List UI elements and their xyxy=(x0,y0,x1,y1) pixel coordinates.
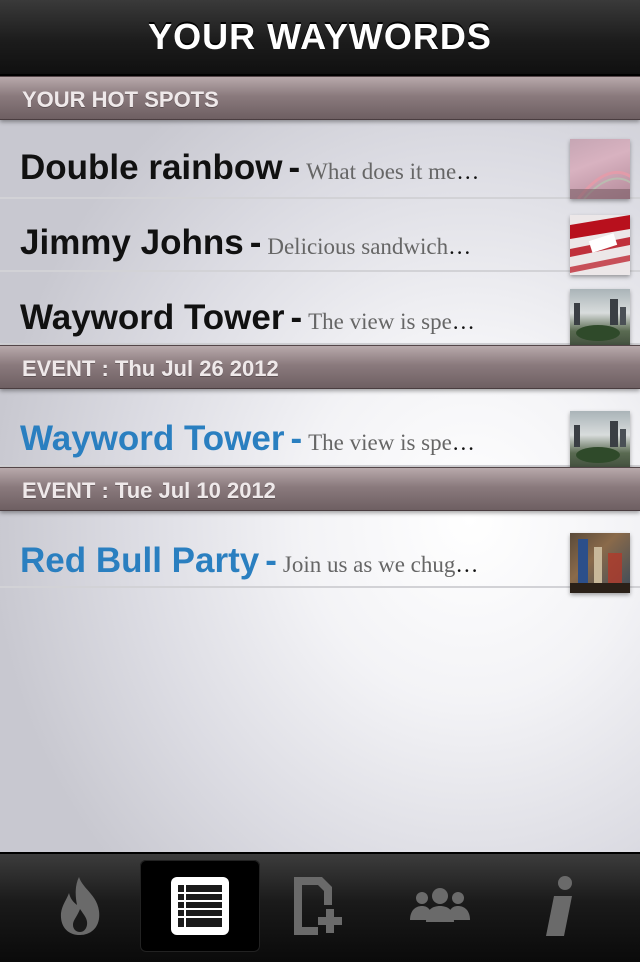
row-ellipsis: … xyxy=(448,234,472,259)
rainbow-arc-icon xyxy=(570,170,635,200)
party-photo[interactable] xyxy=(570,533,630,593)
row-title: Jimmy Johns - Delicious sandwich… xyxy=(20,223,471,263)
section-header-label: EVENT : Tue Jul 10 2012 xyxy=(22,478,276,503)
list-item[interactable]: Wayword Tower - The view is spe… xyxy=(0,272,640,349)
list-item[interactable]: Double rainbow - What does it me… xyxy=(0,122,640,200)
sandwich-wrapper-photo[interactable] xyxy=(570,215,630,275)
row-ellipsis: … xyxy=(451,309,475,334)
row-separator: - xyxy=(265,541,277,580)
tab-add[interactable] xyxy=(260,860,380,952)
row-description: Join us as we chug xyxy=(282,552,456,577)
row-description: The view is spe xyxy=(308,430,452,455)
section-header-label: YOUR HOT SPOTS xyxy=(22,87,219,112)
list-item[interactable]: Red Bull Party - Join us as we chug… xyxy=(0,513,640,593)
people-icon xyxy=(410,888,470,922)
section-header-hot-spots: YOUR HOT SPOTS xyxy=(0,76,640,120)
tab-bar xyxy=(0,852,640,962)
section-header-event: EVENT : Tue Jul 10 2012 xyxy=(0,467,640,511)
row-name: Jimmy Johns xyxy=(20,223,244,262)
info-icon xyxy=(546,876,572,936)
row-ellipsis: … xyxy=(455,552,479,577)
city-skyline-photo[interactable] xyxy=(570,289,630,349)
add-document-icon xyxy=(294,877,342,935)
list-item[interactable]: Wayword Tower - The view is spe… xyxy=(0,391,640,471)
section-header-event: EVENT : Thu Jul 26 2012 xyxy=(0,345,640,389)
section-header-label: EVENT : Thu Jul 26 2012 xyxy=(22,356,279,381)
row-name: Double rainbow xyxy=(20,148,283,187)
skyline-icon xyxy=(574,299,626,341)
row-separator: - xyxy=(288,148,301,187)
row-title: Red Bull Party - Join us as we chug… xyxy=(20,541,478,581)
row-description: What does it me xyxy=(306,159,457,184)
tab-info[interactable] xyxy=(500,860,620,952)
tab-people[interactable] xyxy=(380,860,500,952)
row-title: Wayword Tower - The view is spe… xyxy=(20,298,475,338)
row-name: Wayword Tower xyxy=(20,419,285,458)
tab-list[interactable] xyxy=(140,860,260,952)
city-skyline-photo[interactable] xyxy=(570,411,630,471)
row-separator: - xyxy=(249,223,262,262)
skyline-icon xyxy=(574,421,626,463)
row-separator: - xyxy=(290,419,303,458)
row-description: The view is spe xyxy=(308,309,452,334)
navigation-bar: YOUR WAYWORDS xyxy=(0,0,640,76)
party-scene-icon xyxy=(570,539,630,593)
list-item[interactable]: Jimmy Johns - Delicious sandwich… xyxy=(0,199,640,275)
list-icon xyxy=(171,877,229,935)
row-ellipsis: … xyxy=(456,159,480,184)
row-name: Wayword Tower xyxy=(20,298,285,337)
row-ellipsis: … xyxy=(451,430,475,455)
tab-hot-spots[interactable] xyxy=(20,860,140,952)
wrapper-icon xyxy=(570,215,630,275)
row-description: Delicious sandwich xyxy=(267,234,449,259)
row-separator: - xyxy=(290,298,303,337)
flame-icon xyxy=(60,877,100,935)
row-name: Red Bull Party xyxy=(20,541,260,580)
double-rainbow-photo[interactable] xyxy=(570,139,635,200)
page-title: YOUR WAYWORDS xyxy=(148,16,492,57)
row-title: Double rainbow - What does it me… xyxy=(20,148,479,188)
row-title: Wayword Tower - The view is spe… xyxy=(20,419,475,459)
